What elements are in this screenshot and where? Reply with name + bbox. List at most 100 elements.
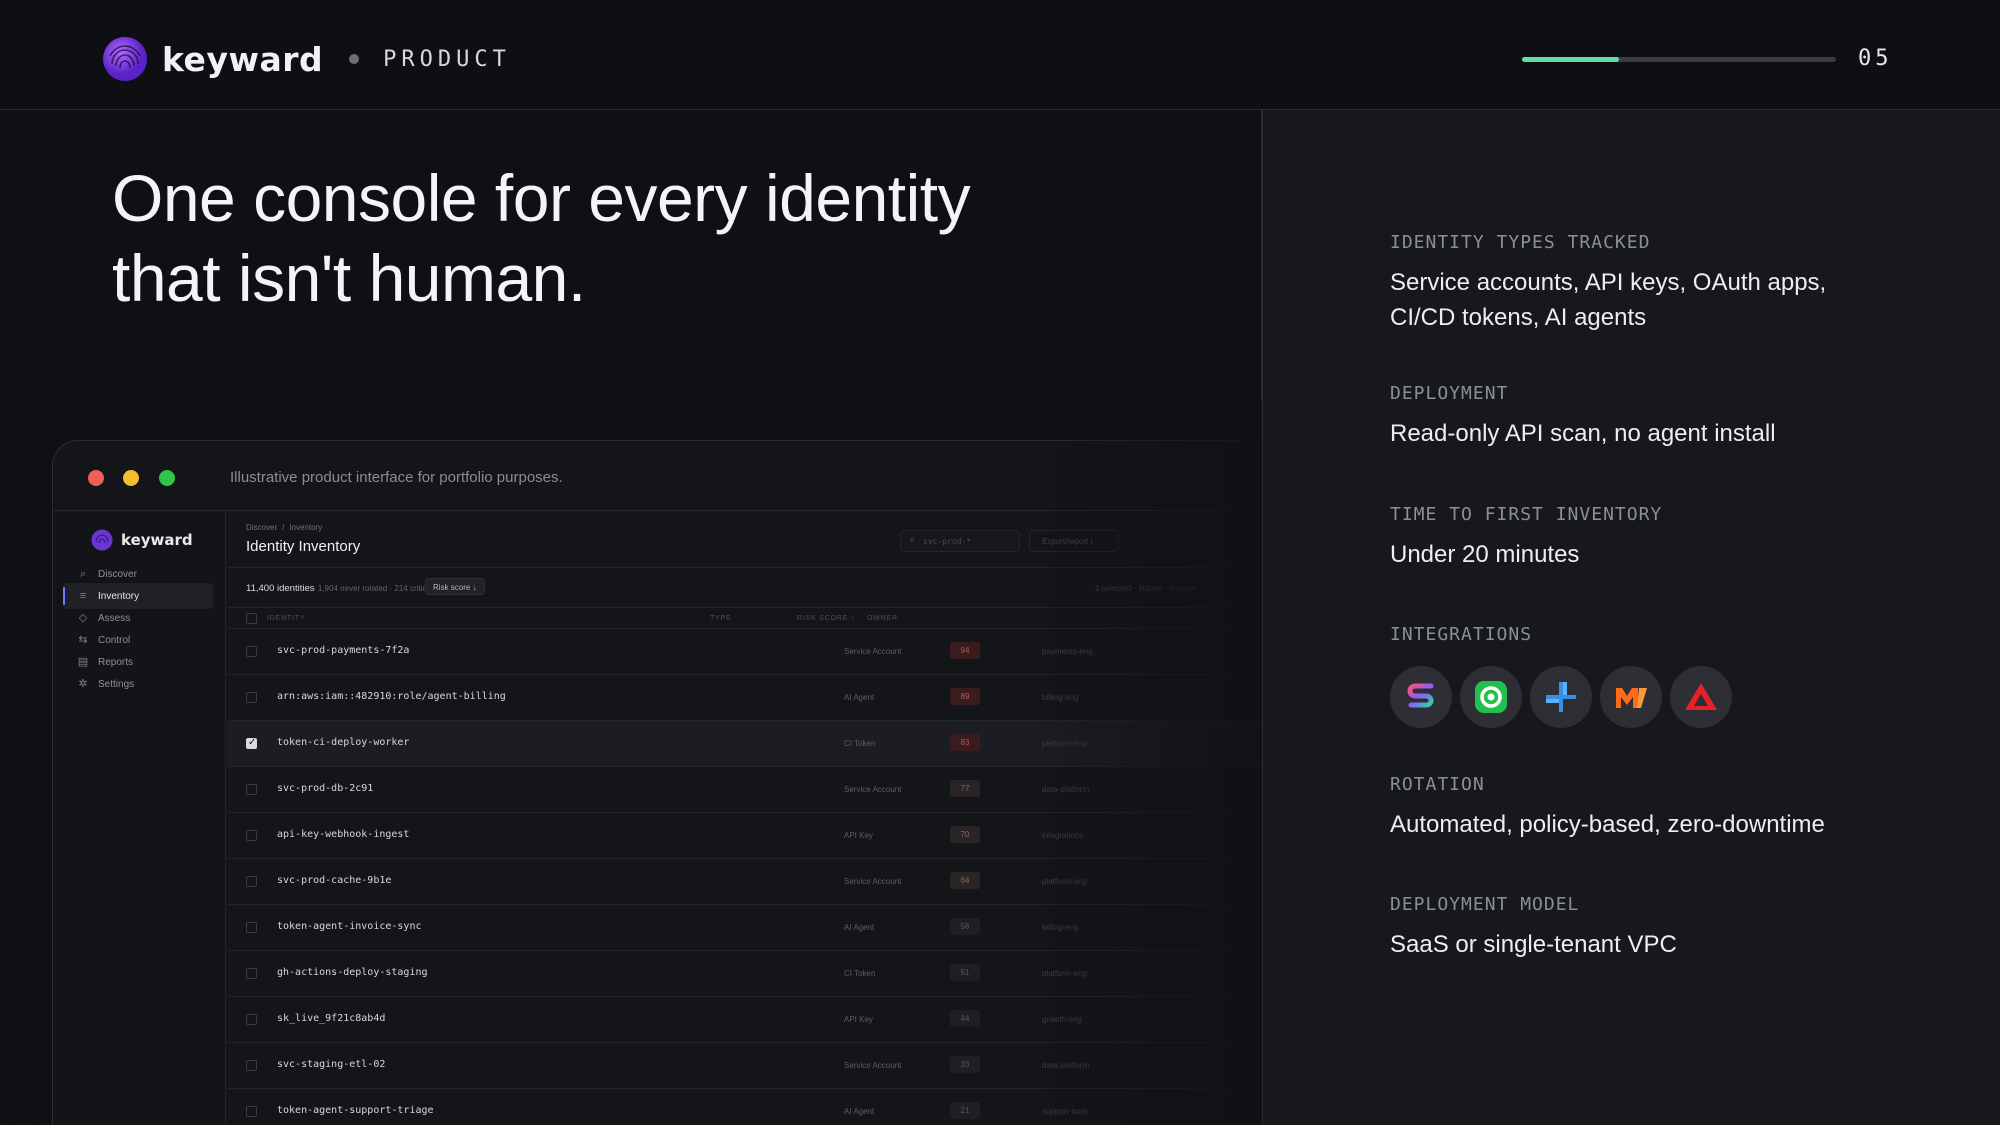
identity-owner: integrations (1042, 831, 1084, 840)
risk-score-badge: 51 (950, 964, 980, 981)
row-checkbox[interactable] (246, 1060, 257, 1071)
window-minimize-button[interactable] (123, 470, 139, 486)
gear-icon: ✲ (78, 678, 88, 690)
sidebar-item-label: Inventory (98, 590, 140, 602)
table-row[interactable]: arn:aws:iam::482910:role/agent-billing AI… (227, 675, 1260, 721)
table-row[interactable]: sk_live_9f21c8ab4d API Key 44 growth-eng (227, 997, 1260, 1043)
window-maximize-button[interactable] (159, 470, 175, 486)
table-row[interactable]: gh-actions-deploy-staging CI Token 51 platf… (227, 951, 1260, 997)
window-titlebar: Illustrative product interface for portf… (53, 441, 1260, 511)
row-checkbox[interactable] (246, 968, 257, 979)
identity-summary: · 1,904 never rotated · 214 critical (313, 584, 433, 593)
app-brand-name: keyward (121, 531, 193, 549)
identity-owner: platform-eng (1042, 739, 1087, 748)
row-checkbox[interactable] (246, 1106, 257, 1117)
spec-time-to-inventory: TIME TO FIRST INVENTORY Under 20 minutes (1390, 504, 1662, 572)
brand-logo[interactable]: keyward PRODUCT (102, 36, 511, 82)
identity-owner: growth-eng (1042, 1015, 1083, 1024)
column-risk-score[interactable]: RISK SCORE ↓ (797, 615, 855, 622)
identity-name[interactable]: svc-prod-cache-9b1e (277, 875, 391, 886)
table-row[interactable]: svc-prod-db-2c91 Service Account 77 data-pl… (227, 767, 1260, 813)
identity-name[interactable]: token-agent-invoice-sync (277, 921, 422, 932)
shield-icon: ◇ (78, 612, 88, 624)
identity-owner: data-platform (1042, 785, 1090, 794)
document-icon: ▤ (77, 656, 89, 668)
integration-3[interactable] (1530, 666, 1592, 728)
spec-panel: IDENTITY TYPES TRACKED Service accounts,… (1263, 110, 2000, 1125)
identity-name[interactable]: token-ci-deploy-worker (277, 737, 409, 748)
breadcrumb: Discover / Inventory (246, 523, 327, 532)
row-checkbox[interactable] (246, 830, 257, 841)
integration-logos (1390, 666, 1740, 728)
row-checkbox[interactable] (246, 737, 257, 749)
row-checkbox[interactable] (246, 646, 257, 657)
identity-type: Service Account (844, 1061, 902, 1070)
table-row[interactable]: token-agent-invoice-sync AI Agent 58 billin… (227, 905, 1260, 951)
identity-name[interactable]: svc-prod-payments-7f2a (277, 645, 409, 656)
sidebar-item-label: Reports (98, 656, 134, 668)
sidebar-item-label: Assess (98, 612, 131, 624)
row-checkbox[interactable] (246, 1014, 257, 1025)
risk-score-badge: 94 (950, 642, 980, 659)
sort-chip[interactable]: Risk score ↓ (425, 578, 485, 595)
selection-actions[interactable]: 1 selected · Rotate · Revoke (1095, 584, 1196, 593)
identity-name[interactable]: gh-actions-deploy-staging (277, 967, 428, 978)
export-button[interactable]: Export/report | (1029, 530, 1119, 552)
integration-4[interactable] (1600, 666, 1662, 728)
identity-name[interactable]: sk_live_9f21c8ab4d (277, 1013, 385, 1024)
hero-headline: One console for every identity that isn'… (112, 158, 1112, 318)
breadcrumb-inventory[interactable]: Inventory (289, 523, 322, 532)
sidebar-item-label: Discover (98, 568, 137, 580)
spec-label: INTEGRATIONS (1390, 624, 1533, 645)
column-owner[interactable]: OWNER (867, 615, 898, 622)
table-row[interactable]: svc-prod-cache-9b1e Service Account 64 plat… (227, 859, 1260, 905)
page-title: Identity Inventory (246, 538, 361, 555)
row-checkbox[interactable] (246, 692, 257, 703)
spec-label: TIME TO FIRST INVENTORY (1390, 504, 1663, 525)
identity-type: Service Account (844, 647, 902, 656)
breadcrumb-separator: / (282, 523, 285, 532)
risk-score-badge: 83 (950, 734, 980, 751)
select-all-checkbox[interactable] (246, 613, 257, 624)
identity-owner: platform-eng (1042, 969, 1087, 978)
search-input[interactable]: svc-prod-* (900, 530, 1020, 552)
table-row[interactable]: token-agent-support-triage AI Agent 21 supp… (227, 1089, 1260, 1125)
spec-deployment-model: DEPLOYMENT MODEL SaaS or single-tenant V… (1390, 894, 1677, 962)
identity-owner: platform-eng (1042, 877, 1087, 886)
risk-score-badge: 70 (950, 826, 980, 843)
table-row[interactable]: svc-staging-etl-02 Service Account 33 data-… (227, 1043, 1260, 1089)
integration-5[interactable] (1670, 666, 1732, 728)
deck-progress-bar (1522, 57, 1836, 62)
row-checkbox[interactable] (246, 876, 257, 887)
column-identity[interactable]: IDENTITY (267, 615, 305, 622)
app-brand[interactable]: keyward (91, 529, 193, 551)
integration-1[interactable] (1390, 666, 1452, 728)
identity-name[interactable]: svc-staging-etl-02 (277, 1059, 385, 1070)
identity-name[interactable]: svc-prod-db-2c91 (277, 783, 373, 794)
table-row[interactable]: token-ci-deploy-worker CI Token 83 platform… (227, 721, 1260, 767)
summary-divider (227, 567, 1260, 568)
spec-rotation: ROTATION Automated, policy-based, zero-d… (1390, 774, 1825, 842)
spec-value: SaaS or single-tenant VPC (1390, 931, 1677, 958)
window-close-button[interactable] (88, 470, 104, 486)
breadcrumb-discover[interactable]: Discover (246, 523, 277, 532)
identity-name[interactable]: arn:aws:iam::482910:role/agent-billing (277, 691, 506, 702)
identity-name[interactable]: api-key-webhook-ingest (277, 829, 409, 840)
integration-2[interactable] (1460, 666, 1522, 728)
sidebar-item-settings[interactable]: ✲ Settings (63, 671, 213, 697)
identity-type: Service Account (844, 785, 902, 794)
inventory-main: Discover / Inventory Identity Inventory sv… (227, 511, 1260, 1125)
identity-name[interactable]: token-agent-support-triage (277, 1105, 434, 1116)
risk-score-badge: 21 (950, 1102, 980, 1119)
table-row[interactable]: api-key-webhook-ingest API Key 70 integrati… (227, 813, 1260, 859)
table-row[interactable]: svc-prod-payments-7f2a Service Account 94 p… (227, 629, 1260, 675)
headline-line-1: One console for every identity (112, 161, 971, 235)
row-checkbox[interactable] (246, 784, 257, 795)
column-type[interactable]: TYPE (710, 615, 731, 622)
spec-value: Service accounts, API keys, OAuth apps, … (1390, 265, 1826, 335)
spec-label: DEPLOYMENT (1390, 383, 1509, 404)
sidebar-item-label: Control (98, 634, 131, 646)
spec-value-line-2: CI/CD tokens, AI agents (1390, 304, 1647, 331)
app-sidebar: keyward ⌕ Discover ≡ Inventory ◇ Assess … (53, 511, 226, 1125)
row-checkbox[interactable] (246, 922, 257, 933)
